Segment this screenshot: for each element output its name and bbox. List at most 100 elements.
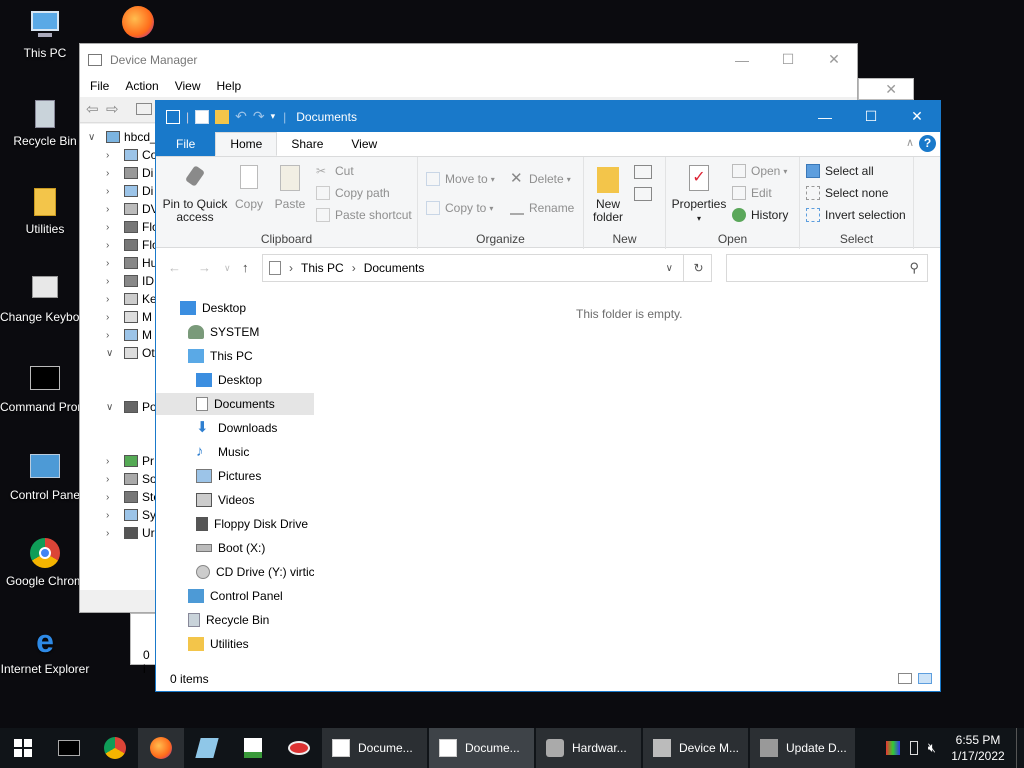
delete-button[interactable]: ✕ Delete ▾ bbox=[510, 169, 571, 189]
usb-device-icon[interactable] bbox=[909, 741, 918, 755]
forward-arrow-icon[interactable]: → bbox=[198, 260, 211, 275]
nav-item-desktop[interactable]: Desktop bbox=[180, 297, 314, 319]
minimize-button[interactable]: — bbox=[802, 101, 848, 132]
nav-item-desktop-sub[interactable]: Desktop bbox=[196, 369, 314, 391]
taskbar-chrome[interactable] bbox=[92, 728, 138, 768]
start-button[interactable] bbox=[0, 728, 46, 768]
file-list-pane[interactable]: This folder is empty. bbox=[314, 297, 940, 667]
easy-access-icon[interactable] bbox=[634, 187, 652, 201]
desktop-icon-control-panel[interactable]: Control Pane bbox=[0, 450, 90, 503]
close-icon[interactable]: ✕ bbox=[885, 81, 897, 98]
explorer-window[interactable]: | ↶ ↷ ▾ | Documents — ☐ ✕ File Home Shar… bbox=[155, 100, 941, 692]
clock[interactable]: 6:55 PM 1/17/2022 bbox=[940, 732, 1016, 764]
menu-help[interactable]: Help bbox=[217, 79, 242, 93]
invert-selection-button[interactable]: Invert selection bbox=[806, 205, 906, 225]
details-view-icon[interactable] bbox=[898, 673, 912, 684]
new-folder-quick-icon[interactable] bbox=[215, 109, 230, 124]
paste-shortcut-button[interactable]: Paste shortcut bbox=[316, 205, 412, 225]
close-button[interactable]: ✕ bbox=[894, 101, 940, 132]
device-manager-titlebar[interactable]: Device Manager — ☐ ✕ bbox=[80, 44, 857, 75]
redo-icon[interactable]: ↷ bbox=[253, 108, 265, 125]
nav-item-boot-drive[interactable]: Boot (X:) bbox=[196, 537, 314, 559]
search-input[interactable]: ⚲ bbox=[726, 254, 928, 282]
refresh-button[interactable]: ↻ bbox=[683, 254, 713, 282]
taskbar-button-hardware[interactable]: Hardwar... bbox=[536, 728, 641, 768]
tab-home[interactable]: Home bbox=[215, 132, 278, 156]
help-icon[interactable]: ? bbox=[919, 135, 936, 152]
nav-item-documents[interactable]: Documents bbox=[156, 393, 314, 415]
up-arrow-icon[interactable]: ↑ bbox=[242, 260, 249, 275]
taskbar-button-update-driver[interactable]: Update D... bbox=[750, 728, 855, 768]
tree-item[interactable]: › Di bbox=[106, 182, 153, 200]
show-desktop-button[interactable] bbox=[1016, 728, 1024, 768]
nav-item-this-pc[interactable]: This PC bbox=[188, 345, 314, 367]
history-button[interactable]: History bbox=[732, 205, 788, 225]
properties-button[interactable]: ✓ Properties ▾ bbox=[670, 161, 728, 225]
edit-button[interactable]: Edit bbox=[732, 183, 772, 203]
minimize-button[interactable]: — bbox=[719, 44, 765, 75]
tree-item[interactable]: › Co bbox=[106, 146, 157, 164]
menu-file[interactable]: File bbox=[90, 79, 109, 93]
nav-item-pictures[interactable]: Pictures bbox=[196, 465, 314, 487]
collapse-ribbon-icon[interactable]: ∧ bbox=[906, 136, 914, 149]
properties-icon[interactable] bbox=[136, 103, 152, 115]
new-item-icon[interactable] bbox=[634, 165, 652, 179]
tree-item[interactable]: › M bbox=[106, 326, 152, 344]
pin-to-quick-access-button[interactable]: Pin to Quick access bbox=[162, 161, 228, 224]
large-icons-view-icon[interactable] bbox=[918, 673, 932, 684]
back-arrow-icon[interactable]: ⇦ bbox=[86, 100, 99, 118]
background-window-edge[interactable]: ✕ bbox=[858, 78, 914, 100]
nav-item-videos[interactable]: Videos bbox=[196, 489, 314, 511]
address-box[interactable]: › This PC › Documents ∨ bbox=[262, 254, 712, 282]
undo-icon[interactable]: ↶ bbox=[235, 108, 247, 125]
maximize-button[interactable]: ☐ bbox=[848, 101, 894, 132]
desktop-icon-change-keyboard-layout[interactable]: Change Keyboard Layo bbox=[0, 272, 90, 325]
tree-item[interactable]: › Flo bbox=[106, 218, 159, 236]
copy-path-button[interactable]: Copy path bbox=[316, 183, 390, 203]
taskbar-app-mouse[interactable] bbox=[276, 728, 322, 768]
tree-item[interactable]: › Ur bbox=[106, 524, 155, 542]
back-arrow-icon[interactable]: ← bbox=[168, 260, 181, 275]
chevron-down-icon[interactable]: ∨ bbox=[666, 263, 673, 274]
recent-locations-icon[interactable]: ∨ bbox=[224, 263, 231, 274]
tree-item[interactable]: › ID bbox=[106, 272, 154, 290]
color-app-tray-icon[interactable] bbox=[885, 741, 900, 755]
taskbar-app-blue[interactable] bbox=[184, 728, 230, 768]
taskbar-firefox[interactable] bbox=[138, 728, 184, 768]
tab-share[interactable]: Share bbox=[277, 132, 337, 156]
tree-item[interactable]: › DV bbox=[106, 200, 159, 218]
tab-view[interactable]: View bbox=[337, 132, 391, 156]
cut-button[interactable]: ✂ Cut bbox=[316, 161, 354, 181]
tree-item[interactable]: › Ste bbox=[106, 488, 160, 506]
taskbar-button-documents-2[interactable]: Docume... bbox=[429, 728, 534, 768]
tree-item[interactable]: › Hu bbox=[106, 254, 157, 272]
move-to-button[interactable]: Move to ▾ bbox=[426, 169, 495, 189]
nav-item-cd-drive[interactable]: CD Drive (Y:) virtic bbox=[196, 561, 314, 583]
tree-item[interactable]: › So bbox=[106, 470, 157, 488]
select-none-button[interactable]: Select none bbox=[806, 183, 888, 203]
taskbar-button-documents-1[interactable]: Docume... bbox=[322, 728, 427, 768]
tree-root[interactable]: ∨ hbcd_ bbox=[88, 128, 157, 146]
desktop-icon-command-prompt[interactable]: Command Prompt bbox=[0, 362, 90, 415]
firefox-desktop-icon[interactable] bbox=[122, 6, 154, 38]
close-button[interactable]: ✕ bbox=[811, 44, 857, 75]
copy-to-button[interactable]: Copy to ▾ bbox=[426, 198, 493, 218]
tree-item[interactable]: › Sy bbox=[106, 506, 156, 524]
tree-item[interactable]: › M bbox=[106, 308, 152, 326]
rename-button[interactable]: Rename bbox=[510, 198, 574, 218]
menu-action[interactable]: Action bbox=[125, 79, 158, 93]
new-folder-button[interactable]: New folder bbox=[588, 161, 628, 224]
speaker-muted-icon[interactable]: 🔇︎ bbox=[928, 740, 936, 756]
tab-file[interactable]: File bbox=[156, 132, 216, 156]
open-button[interactable]: Open ▾ bbox=[732, 161, 787, 181]
copy-button[interactable]: Copy bbox=[232, 161, 266, 211]
tree-item[interactable]: › Ke bbox=[106, 290, 157, 308]
breadcrumb-documents[interactable]: Documents bbox=[364, 261, 425, 275]
nav-item-music[interactable]: ♪ Music bbox=[196, 441, 314, 463]
tree-item[interactable]: ∨ Ot bbox=[106, 344, 155, 362]
desktop-icon-this-pc[interactable]: This PC bbox=[0, 8, 90, 61]
nav-item-floppy[interactable]: Floppy Disk Drive bbox=[196, 513, 314, 535]
desktop-icon-utilities[interactable]: Utilities bbox=[0, 184, 90, 237]
taskbar-button-device-manager[interactable]: Device M... bbox=[643, 728, 748, 768]
paste-button[interactable]: Paste bbox=[272, 161, 308, 211]
